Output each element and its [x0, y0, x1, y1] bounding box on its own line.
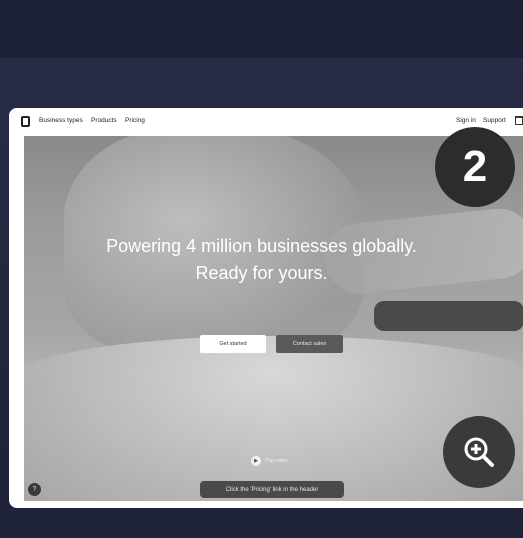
- help-icon[interactable]: ?: [28, 483, 41, 496]
- cart-icon[interactable]: [515, 116, 523, 125]
- contact-sales-button[interactable]: Contact sales: [276, 335, 343, 353]
- top-band: [0, 0, 523, 58]
- hero-shape: [24, 336, 523, 501]
- hero-shape: [374, 301, 523, 331]
- play-label[interactable]: Play video: [265, 458, 288, 464]
- hero-headline: Powering 4 million businesses globally.: [106, 236, 417, 256]
- hero-subheadline: Ready for yours.: [195, 263, 328, 283]
- get-started-button[interactable]: Get started: [200, 335, 266, 353]
- nav-products[interactable]: Products: [91, 117, 117, 124]
- nav-business-types[interactable]: Business types: [39, 117, 83, 124]
- site-header: Business types Products Pricing Sign in …: [9, 108, 523, 136]
- nav-pricing[interactable]: Pricing: [125, 117, 145, 124]
- play-icon[interactable]: ▶: [251, 456, 261, 466]
- instruction-tooltip: Click the 'Pricing' link in the header: [200, 481, 344, 498]
- logo-icon[interactable]: [21, 116, 30, 127]
- nav-sign-in[interactable]: Sign in: [456, 117, 476, 124]
- step-number-badge: 2: [435, 127, 515, 207]
- nav-support[interactable]: Support: [483, 117, 506, 124]
- zoom-button[interactable]: [443, 416, 515, 488]
- zoom-in-icon: [464, 437, 494, 467]
